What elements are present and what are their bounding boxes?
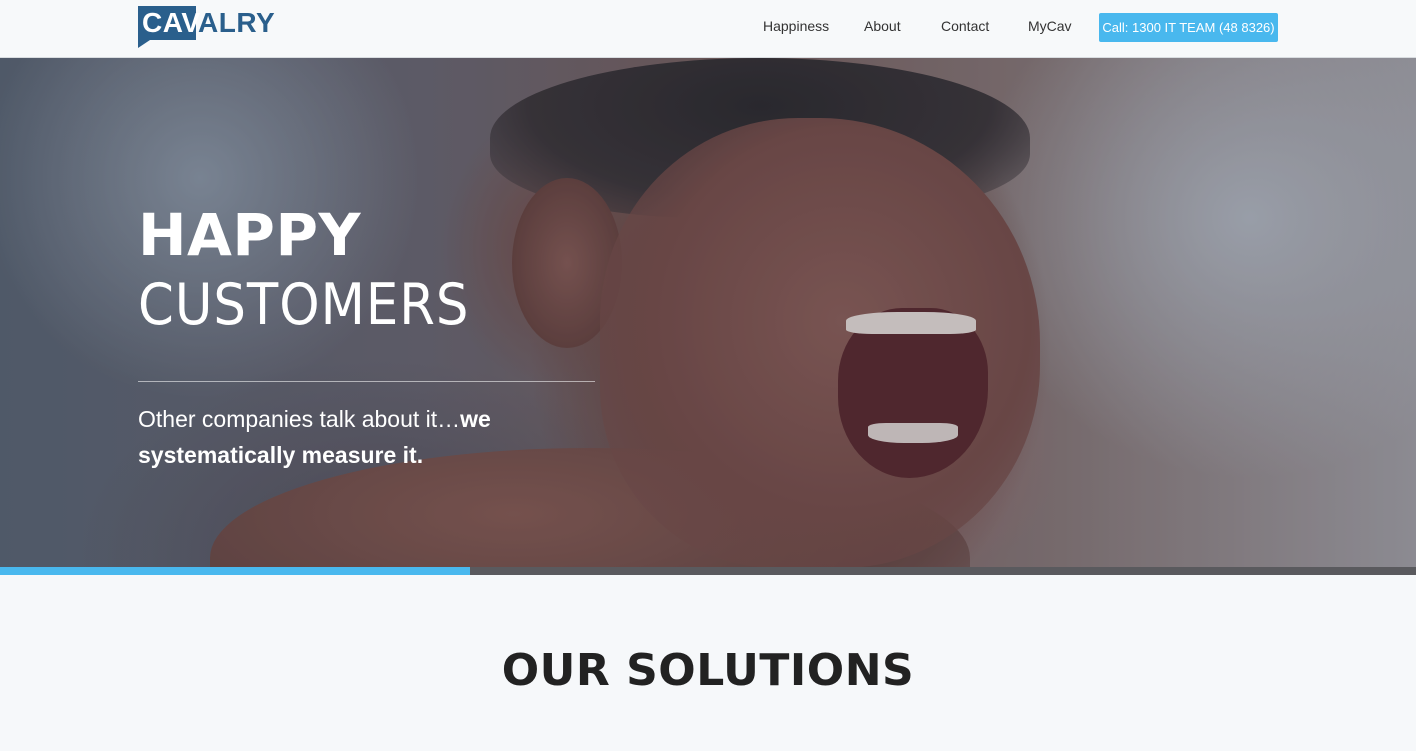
logo-text-part1: CAV — [142, 7, 201, 38]
cavalry-logo[interactable]: CAV ALRY — [138, 6, 275, 48]
hero-subtitle-regular: Other companies talk about it… — [138, 406, 461, 432]
solutions-heading: OUR SOLUTIONS — [501, 645, 915, 696]
logo-text-part2: ALRY — [198, 7, 276, 38]
hero-title-light: CUSTOMERS — [138, 272, 470, 338]
hero-subtitle-bold-2: systematically measure it. — [138, 442, 424, 468]
logo-speech-tail — [138, 40, 150, 48]
slider-progress-fill — [0, 567, 471, 575]
hero-subtitle: Other companies talk about it…we systema… — [138, 401, 538, 473]
hero-title-bold: HAPPY — [138, 201, 361, 269]
nav-happiness[interactable]: Happiness — [763, 18, 829, 34]
site-header: CAV ALRY Happiness About Contact MyCav C… — [0, 0, 1416, 58]
nav-contact[interactable]: Contact — [941, 18, 989, 34]
hero-banner: HAPPY CUSTOMERS Other companies talk abo… — [0, 58, 1416, 568]
nav-about[interactable]: About — [864, 18, 901, 34]
nav-mycav[interactable]: MyCav — [1028, 18, 1072, 34]
call-button[interactable]: Call: 1300 IT TEAM (48 8326) — [1099, 13, 1278, 42]
hero-divider — [138, 381, 595, 382]
slider-progress-track — [0, 567, 1416, 575]
hero-subtitle-bold-1: we — [460, 406, 491, 432]
